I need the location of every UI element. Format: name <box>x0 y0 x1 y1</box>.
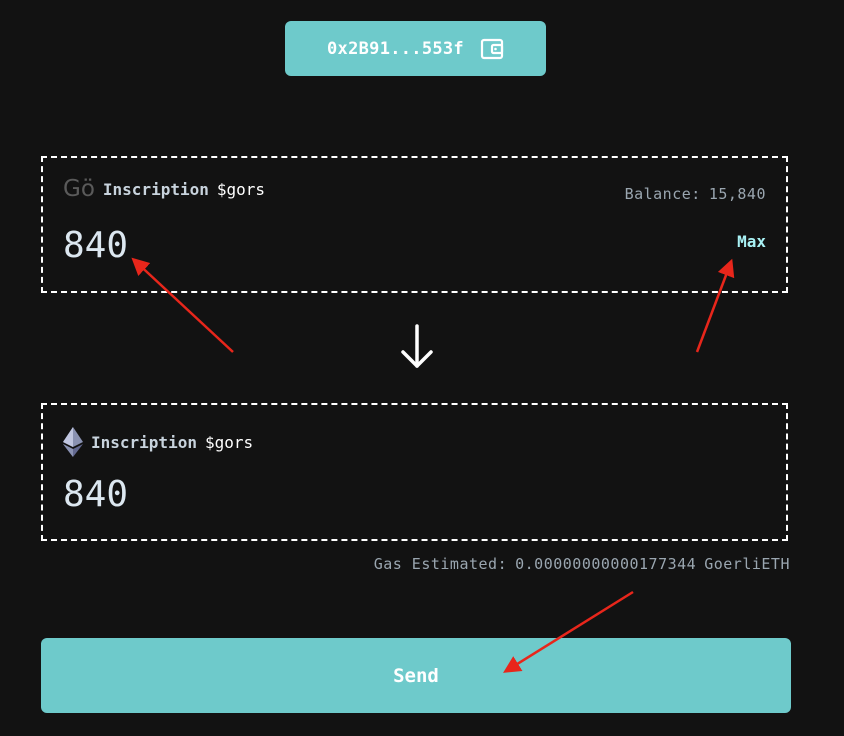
ethereum-icon <box>63 427 83 457</box>
gas-value: 0.00000000000177344 <box>515 555 697 573</box>
to-card: Inscription $gors <box>41 403 788 541</box>
wallet-address: 0x2B91...553f <box>327 38 464 59</box>
from-card: Gö Inscription $gors Balance: 15,840 Max <box>41 156 788 293</box>
balance-value: 15,840 <box>708 185 766 203</box>
gas-unit: GoerliETH <box>704 555 790 573</box>
to-token-name: Inscription <box>91 432 197 452</box>
from-token-ticker: $gors <box>216 180 266 199</box>
to-amount-field <box>63 474 363 515</box>
from-token-name: Inscription <box>102 180 209 199</box>
to-token-ticker: $gors <box>204 432 254 452</box>
wallet-icon <box>480 38 504 59</box>
gas-estimate: Gas Estimated: 0.00000000000177344 GoerliE… <box>374 555 790 573</box>
gas-label: Gas Estimated: <box>373 555 508 573</box>
transfer-page: 0x2B91...553f Gö Inscription $gors Balan… <box>0 0 844 736</box>
to-token-row: Inscription $gors <box>63 427 253 457</box>
arrow-down-icon <box>401 324 433 368</box>
from-token-row: Gö Inscription $gors <box>63 178 265 201</box>
from-amount-input[interactable] <box>63 225 363 266</box>
balance: Balance: 15,840 <box>625 185 766 203</box>
max-button[interactable]: Max <box>737 232 766 251</box>
goerli-logo-icon: Gö <box>63 176 95 202</box>
wallet-address-button[interactable]: 0x2B91...553f <box>285 21 546 76</box>
send-button[interactable]: Send <box>41 638 791 713</box>
balance-label: Balance: <box>624 185 701 203</box>
